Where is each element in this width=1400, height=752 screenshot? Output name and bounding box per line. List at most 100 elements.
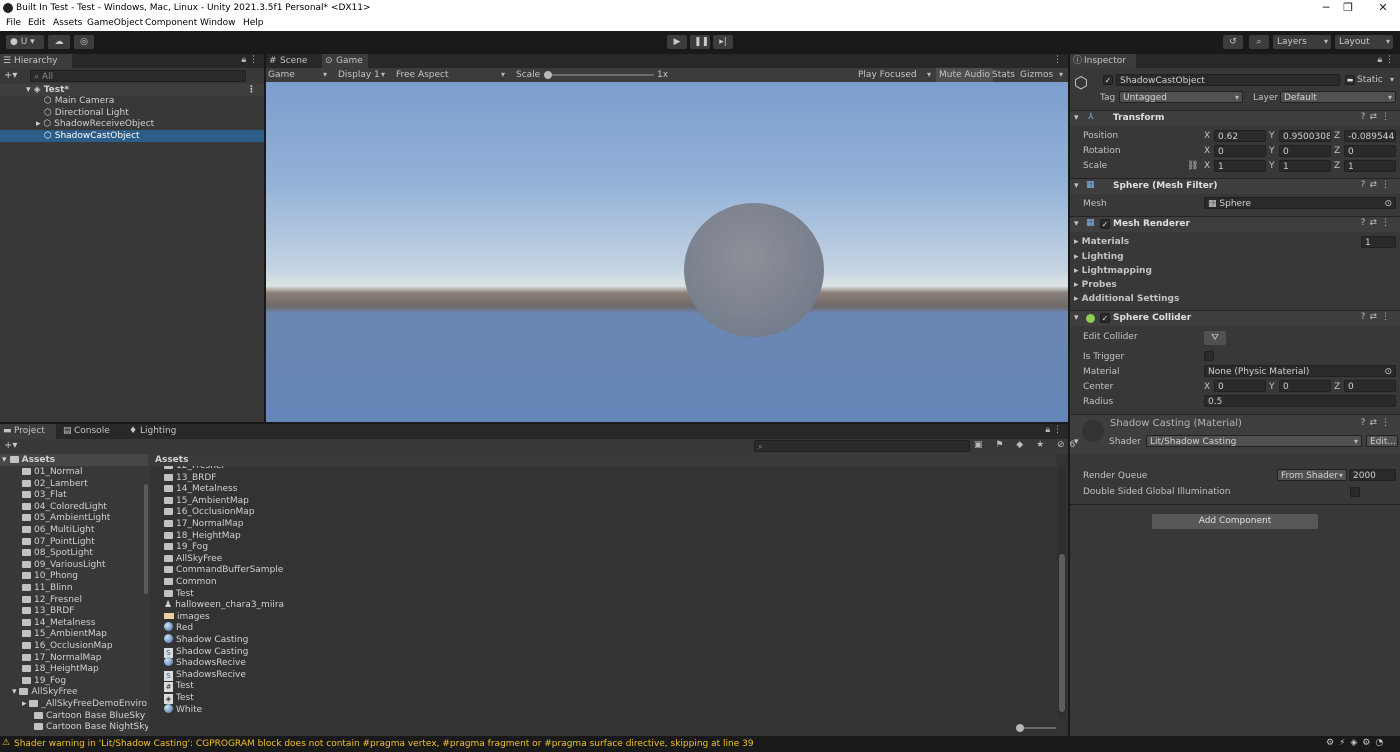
scale-x-field[interactable]: 1 xyxy=(1214,160,1266,172)
list-item[interactable]: 14_Metalness xyxy=(150,483,1056,495)
icon-size-slider-thumb[interactable] xyxy=(1016,724,1024,732)
component-menu-icon[interactable]: ?⇄⋮ xyxy=(1361,180,1394,190)
status-message[interactable]: Shader warning in 'Lit/Shadow Casting': … xyxy=(14,739,754,749)
lightmapping-foldout[interactable]: ▸ Lightmapping xyxy=(1074,265,1152,277)
component-menu-icon[interactable]: ?⇄⋮ xyxy=(1361,312,1394,322)
tree-folder-item[interactable]: 14_Metalness xyxy=(0,617,148,629)
menu-help[interactable]: Help xyxy=(243,18,264,28)
search-icon[interactable]: ⌕ xyxy=(1249,35,1269,49)
rotation-x-field[interactable]: 0 xyxy=(1214,145,1266,157)
tree-folder-item[interactable]: 07_PointLight xyxy=(0,536,148,548)
list-item-selected[interactable]: ⬡ ShadowCastObject xyxy=(0,130,264,142)
tree-folder-item[interactable]: 04_ColoredLight xyxy=(0,501,148,513)
tree-folder-item[interactable]: 08_SpotLight xyxy=(0,547,148,559)
lock-icon[interactable]: 🔒︎ ⋮ xyxy=(1045,425,1062,435)
tab-scene[interactable]: # Scene xyxy=(266,54,320,68)
active-checkbox[interactable]: ✓ xyxy=(1103,75,1113,85)
tree-folder-item[interactable]: 16_OcclusionMap xyxy=(0,640,148,652)
materials-foldout[interactable]: ▸ Materials xyxy=(1074,236,1129,248)
history-icon[interactable]: ↺ xyxy=(1223,35,1243,49)
layout-dropdown[interactable]: Layout xyxy=(1335,35,1393,49)
menu-component[interactable]: Component xyxy=(145,18,197,28)
tree-folder-item[interactable]: 17_NormalMap xyxy=(0,652,148,664)
list-item[interactable]: 19_Fog xyxy=(150,541,1056,553)
lock-icon[interactable]: 🔒︎ ⋮ xyxy=(1377,55,1394,65)
list-item[interactable]: Common xyxy=(150,576,1056,588)
layers-dropdown[interactable]: Layers xyxy=(1273,35,1331,49)
component-menu-icon[interactable]: ?⇄⋮ xyxy=(1361,418,1394,428)
materials-count-field[interactable]: 1 xyxy=(1361,236,1396,248)
icon-size-slider[interactable] xyxy=(1016,724,1056,732)
list-item[interactable]: 18_HeightMap xyxy=(150,530,1056,542)
tree-folder-item[interactable]: Cartoon Base NightSky xyxy=(0,721,148,733)
step-button[interactable]: ▸| xyxy=(713,35,733,49)
status-bar[interactable]: ⚠ Shader warning in 'Lit/Shadow Casting'… xyxy=(0,736,1400,752)
tree-folder-item[interactable]: 02_Lambert xyxy=(0,478,148,490)
shader-dropdown[interactable]: Lit/Shadow Casting xyxy=(1146,435,1362,447)
tab-game[interactable]: ⊙ Game xyxy=(322,54,368,68)
menu-file[interactable]: File xyxy=(6,18,21,28)
lock-icon[interactable]: 🔒︎ ⋮ xyxy=(241,55,258,65)
list-item[interactable]: 13_BRDF xyxy=(150,472,1056,484)
list-item[interactable]: 16_OcclusionMap xyxy=(150,506,1056,518)
material-header[interactable]: Shadow Casting (Material) ?⇄⋮ ▾ Shader L… xyxy=(1070,414,1400,454)
tree-folder-item[interactable]: Cartoon Base BlueSky xyxy=(0,710,148,722)
component-menu-icon[interactable]: ?⇄⋮ xyxy=(1361,112,1394,122)
scale-slider[interactable] xyxy=(544,71,654,79)
aspect-dropdown[interactable]: Free Aspect xyxy=(396,69,508,81)
list-item[interactable]: Test xyxy=(150,588,1056,600)
transform-header[interactable]: ▾ ⅄ Transform ?⇄⋮ xyxy=(1070,110,1400,126)
tree-folder-item[interactable]: 11_Blinn xyxy=(0,582,148,594)
list-item[interactable]: ⬡ Main Camera xyxy=(0,95,264,107)
mute-audio-toggle[interactable]: Mute Audio xyxy=(936,68,993,82)
project-search-input[interactable]: ⌕ xyxy=(754,440,970,452)
render-queue-field[interactable]: 2000 xyxy=(1349,469,1396,481)
tab-lighting[interactable]: ♦ Lighting xyxy=(126,424,186,438)
tree-folder-item[interactable]: 01_Normal xyxy=(0,466,148,478)
asset-scrollbar[interactable] xyxy=(1058,468,1066,716)
menu-assets[interactable]: Assets xyxy=(53,18,82,28)
tree-folder-item[interactable]: 10_Phong xyxy=(0,570,148,582)
center-x-field[interactable]: 0 xyxy=(1214,380,1266,392)
display-dropdown[interactable]: Display 1 xyxy=(338,69,388,81)
position-x-field[interactable]: 0.62 xyxy=(1214,130,1266,142)
center-y-field[interactable]: 0 xyxy=(1279,380,1331,392)
game-viewport[interactable] xyxy=(266,82,1068,422)
menu-window[interactable]: Window xyxy=(200,18,236,28)
component-menu-icon[interactable]: ?⇄⋮ xyxy=(1361,218,1394,228)
list-item[interactable]: ▸ ⬡ ShadowReceiveObject xyxy=(0,118,264,130)
list-item[interactable]: S Shadow Casting xyxy=(150,646,1056,658)
list-item[interactable]: AllSkyFree xyxy=(150,553,1056,565)
tree-folder-item[interactable]: 12_Fresnel xyxy=(0,594,148,606)
breadcrumb[interactable]: Assets xyxy=(150,454,1056,466)
object-name-field[interactable]: ShadowCastObject xyxy=(1116,74,1340,86)
mesh-renderer-enabled-checkbox[interactable]: ✓ xyxy=(1100,219,1110,229)
tree-folder-item[interactable]: 03_Flat xyxy=(0,489,148,501)
center-z-field[interactable]: 0 xyxy=(1344,380,1396,392)
rotation-z-field[interactable]: 0 xyxy=(1344,145,1396,157)
play-button[interactable]: ▶ xyxy=(667,35,687,49)
radius-field[interactable]: 0.5 xyxy=(1204,395,1396,407)
asset-scrollbar-thumb[interactable] xyxy=(1059,554,1065,712)
list-item[interactable]: CommandBufferSample xyxy=(150,564,1056,576)
game-mode-dropdown[interactable]: Game xyxy=(268,69,330,81)
minimize-icon[interactable]: ─ xyxy=(1315,1,1337,15)
tree-folder-item[interactable]: 13_BRDF xyxy=(0,605,148,617)
list-item[interactable]: ◈ Test xyxy=(150,692,1056,704)
lighting-foldout[interactable]: ▸ Lighting xyxy=(1074,251,1124,263)
list-item[interactable]: White xyxy=(150,703,1056,716)
add-component-button[interactable]: Add Component xyxy=(1152,514,1318,529)
tab-console[interactable]: ▤ Console xyxy=(60,424,118,438)
more-icon[interactable]: ⋮ xyxy=(1053,55,1062,65)
list-item[interactable]: Red xyxy=(150,622,1056,634)
link-icon[interactable]: ⛓ xyxy=(1187,160,1198,172)
cloud-icon[interactable]: ☁ xyxy=(48,35,70,49)
tree-folder-item[interactable]: 18_HeightMap xyxy=(0,663,148,675)
status-icons[interactable]: ⚙⚡◈⚙◔ xyxy=(1326,738,1388,748)
list-item[interactable]: 17_NormalMap xyxy=(150,518,1056,530)
list-item[interactable]: S ShadowsRecive xyxy=(150,669,1056,681)
tree-root-assets[interactable]: ▾ Assets xyxy=(0,454,148,466)
tree-folder-item[interactable]: ▾ AllSkyFree xyxy=(0,686,148,698)
mesh-renderer-header[interactable]: ▾ ▦ ✓ Mesh Renderer ?⇄⋮ xyxy=(1070,216,1400,232)
collider-enabled-checkbox[interactable]: ✓ xyxy=(1100,313,1110,323)
